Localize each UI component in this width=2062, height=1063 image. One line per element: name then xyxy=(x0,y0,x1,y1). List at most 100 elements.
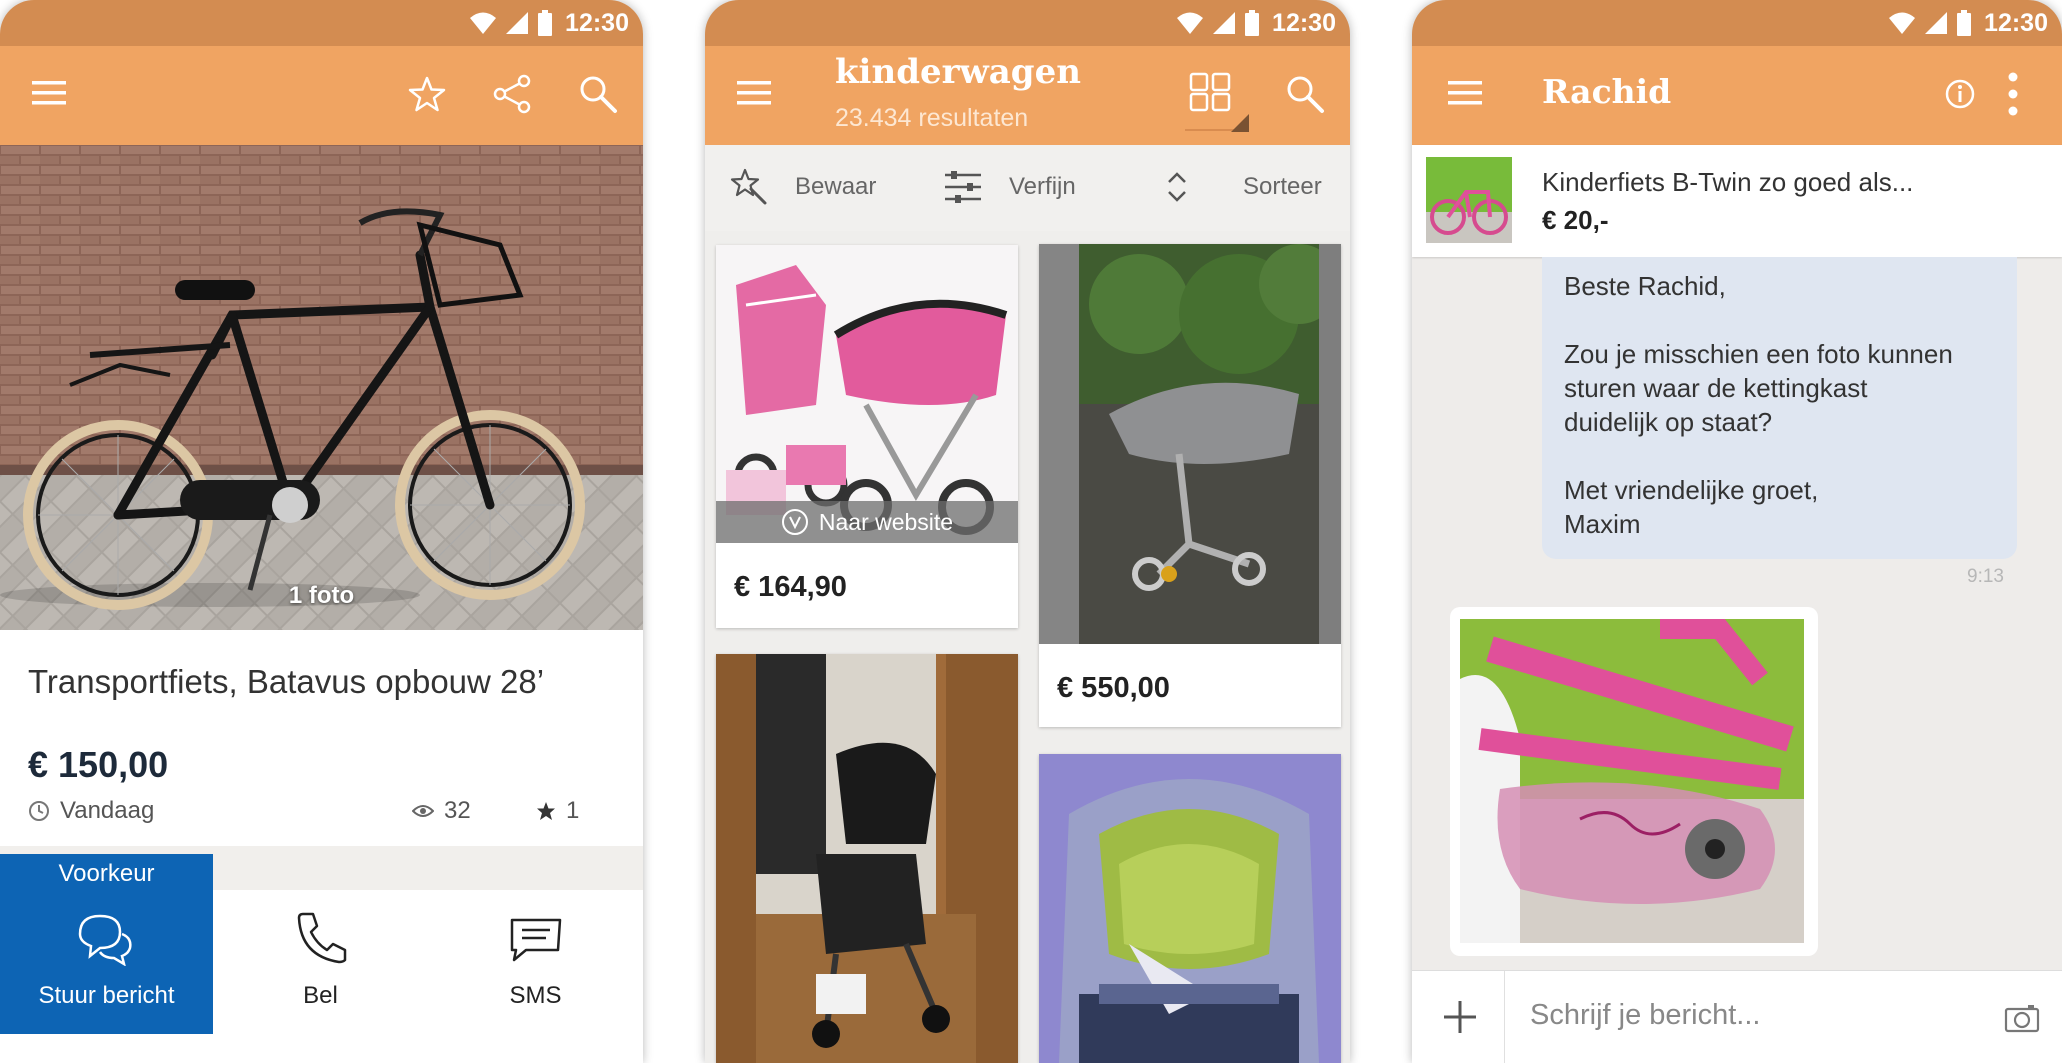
clock-icon xyxy=(29,801,49,821)
date-meta: Vandaag xyxy=(28,796,154,826)
refine-label: Verfijn xyxy=(1009,173,1076,200)
message-composer: Schrijf je bericht... xyxy=(1412,970,2062,1063)
refine-button[interactable]: Verfijn xyxy=(943,165,1076,209)
contact-name: Rachid xyxy=(1542,72,1672,111)
call-button[interactable]: Bel xyxy=(213,890,428,1034)
listing-screen: 12:30 1 foto Transportfiets, Batavus opb… xyxy=(0,0,643,1063)
stroller-image xyxy=(1039,244,1341,644)
share-icon[interactable] xyxy=(492,74,532,114)
composer-divider xyxy=(1504,971,1505,1063)
wifi-icon xyxy=(470,12,497,34)
message-line: sturen waar de kettingkast xyxy=(1564,373,1868,403)
status-bar: 12:30 xyxy=(705,0,1350,46)
photo-count: 1 foto xyxy=(288,582,355,609)
listing-image xyxy=(1039,754,1341,1063)
signal-icon xyxy=(1213,12,1236,34)
listing-photo[interactable]: 1 foto xyxy=(0,145,643,630)
info-icon[interactable] xyxy=(1944,78,1976,110)
stroller-image xyxy=(716,245,1018,543)
send-message-button[interactable]: Voorkeur Stuur bericht xyxy=(0,854,213,1034)
status-bar: 12:30 xyxy=(0,0,643,46)
listing-price: € 20,- xyxy=(1542,205,1609,235)
external-link-icon xyxy=(781,509,808,535)
preference-label: Voorkeur xyxy=(58,860,155,887)
phone-icon xyxy=(297,912,347,964)
listing-summary[interactable]: Kinderfiets B-Twin zo goed als... € 20,- xyxy=(1412,145,2062,257)
menu-icon[interactable] xyxy=(737,80,771,106)
sms-button[interactable]: SMS xyxy=(428,890,643,1034)
view-count: 32 xyxy=(444,797,471,824)
status-time: 12:30 xyxy=(1984,8,2048,37)
website-link-label: Naar website xyxy=(818,508,954,535)
wifi-icon xyxy=(1177,12,1204,34)
chat-bubbles-icon xyxy=(78,914,132,966)
message-line: Met vriendelijke groet, xyxy=(1564,475,1819,505)
battery-icon xyxy=(1245,10,1260,36)
kids-bike-thumbnail xyxy=(1426,157,1512,243)
message-line: Beste Rachid, xyxy=(1564,271,1726,301)
incoming-photo-message[interactable] xyxy=(1450,607,1818,956)
plus-icon[interactable] xyxy=(1442,999,1478,1035)
star-small-icon xyxy=(537,802,555,820)
bike-chainguard-photo xyxy=(1460,619,1804,943)
menu-icon[interactable] xyxy=(32,80,66,106)
call-label: Bel xyxy=(303,982,338,1009)
listing-image xyxy=(716,654,1018,1063)
favorite-count: 1 xyxy=(566,797,580,824)
save-search-button[interactable]: Bewaar xyxy=(729,165,876,209)
save-label: Bewaar xyxy=(795,173,877,200)
listing-price: € 164,90 xyxy=(734,571,847,603)
listing-card[interactable] xyxy=(1039,754,1341,1063)
app-bar xyxy=(0,46,643,145)
listing-card[interactable] xyxy=(716,654,1018,1063)
message-line: duidelijk op staat? xyxy=(1564,407,1773,437)
listing-image xyxy=(716,245,1018,543)
listing-thumbnail xyxy=(1426,157,1512,243)
eye-icon xyxy=(412,805,434,817)
listing-card[interactable]: Naar website € 164,90 xyxy=(716,245,1018,628)
sort-button[interactable]: Sorteer xyxy=(1165,165,1322,209)
battery-icon xyxy=(1957,10,1972,36)
grid-view-icon[interactable] xyxy=(1185,72,1249,134)
app-bar: Rachid xyxy=(1412,46,2062,145)
wifi-icon xyxy=(1889,12,1916,34)
camera-icon[interactable] xyxy=(2004,1003,2040,1033)
sms-label: SMS xyxy=(509,982,562,1009)
sms-icon xyxy=(510,918,562,962)
filter-icon xyxy=(945,171,981,203)
search-results-screen: 12:30 kinderwagen 23.434 resultaten Bewa… xyxy=(705,0,1350,1063)
message-photo xyxy=(1460,619,1804,943)
message-time: 9:13 xyxy=(1967,566,2004,587)
app-bar: kinderwagen 23.434 resultaten xyxy=(705,46,1350,145)
chat-screen: 12:30 Rachid Kinderfiets B-Twin zo goed … xyxy=(1412,0,2062,1063)
listing-price: € 150,00 xyxy=(28,744,169,785)
status-bar: 12:30 xyxy=(1412,0,2062,46)
outgoing-message: Beste Rachid, Zou je misschien een foto … xyxy=(1542,257,2017,559)
star-icon[interactable] xyxy=(408,76,446,112)
search-icon[interactable] xyxy=(578,74,618,114)
listing-date: Vandaag xyxy=(60,797,155,824)
menu-icon[interactable] xyxy=(1448,80,1482,106)
battery-icon xyxy=(538,10,553,36)
listing-card[interactable]: € 550,00 xyxy=(1039,244,1341,727)
signal-icon xyxy=(1925,12,1948,34)
search-icon[interactable] xyxy=(1285,74,1325,114)
search-toolbar: Bewaar Verfijn Sorteer xyxy=(705,145,1350,231)
sort-icon xyxy=(1168,172,1186,202)
status-time: 12:30 xyxy=(1272,8,1336,37)
message-input[interactable]: Schrijf je bericht... xyxy=(1530,999,1760,1032)
external-website-badge[interactable]: Naar website xyxy=(716,501,1018,543)
status-time: 12:30 xyxy=(565,8,629,37)
message-line: Zou je misschien een foto kunnen xyxy=(1564,339,1953,369)
listing-title: Kinderfiets B-Twin zo goed als... xyxy=(1542,167,1914,197)
signal-icon xyxy=(506,12,529,34)
more-vert-icon[interactable] xyxy=(2006,72,2020,116)
sort-label: Sorteer xyxy=(1243,173,1322,200)
stroller-image xyxy=(716,654,1018,1063)
bicycle-photo xyxy=(0,145,643,630)
listing-price: € 550,00 xyxy=(1057,672,1170,704)
message-line: Maxim xyxy=(1564,509,1641,539)
listing-image xyxy=(1039,244,1341,644)
search-query[interactable]: kinderwagen xyxy=(835,52,1081,92)
save-search-icon xyxy=(730,168,767,205)
